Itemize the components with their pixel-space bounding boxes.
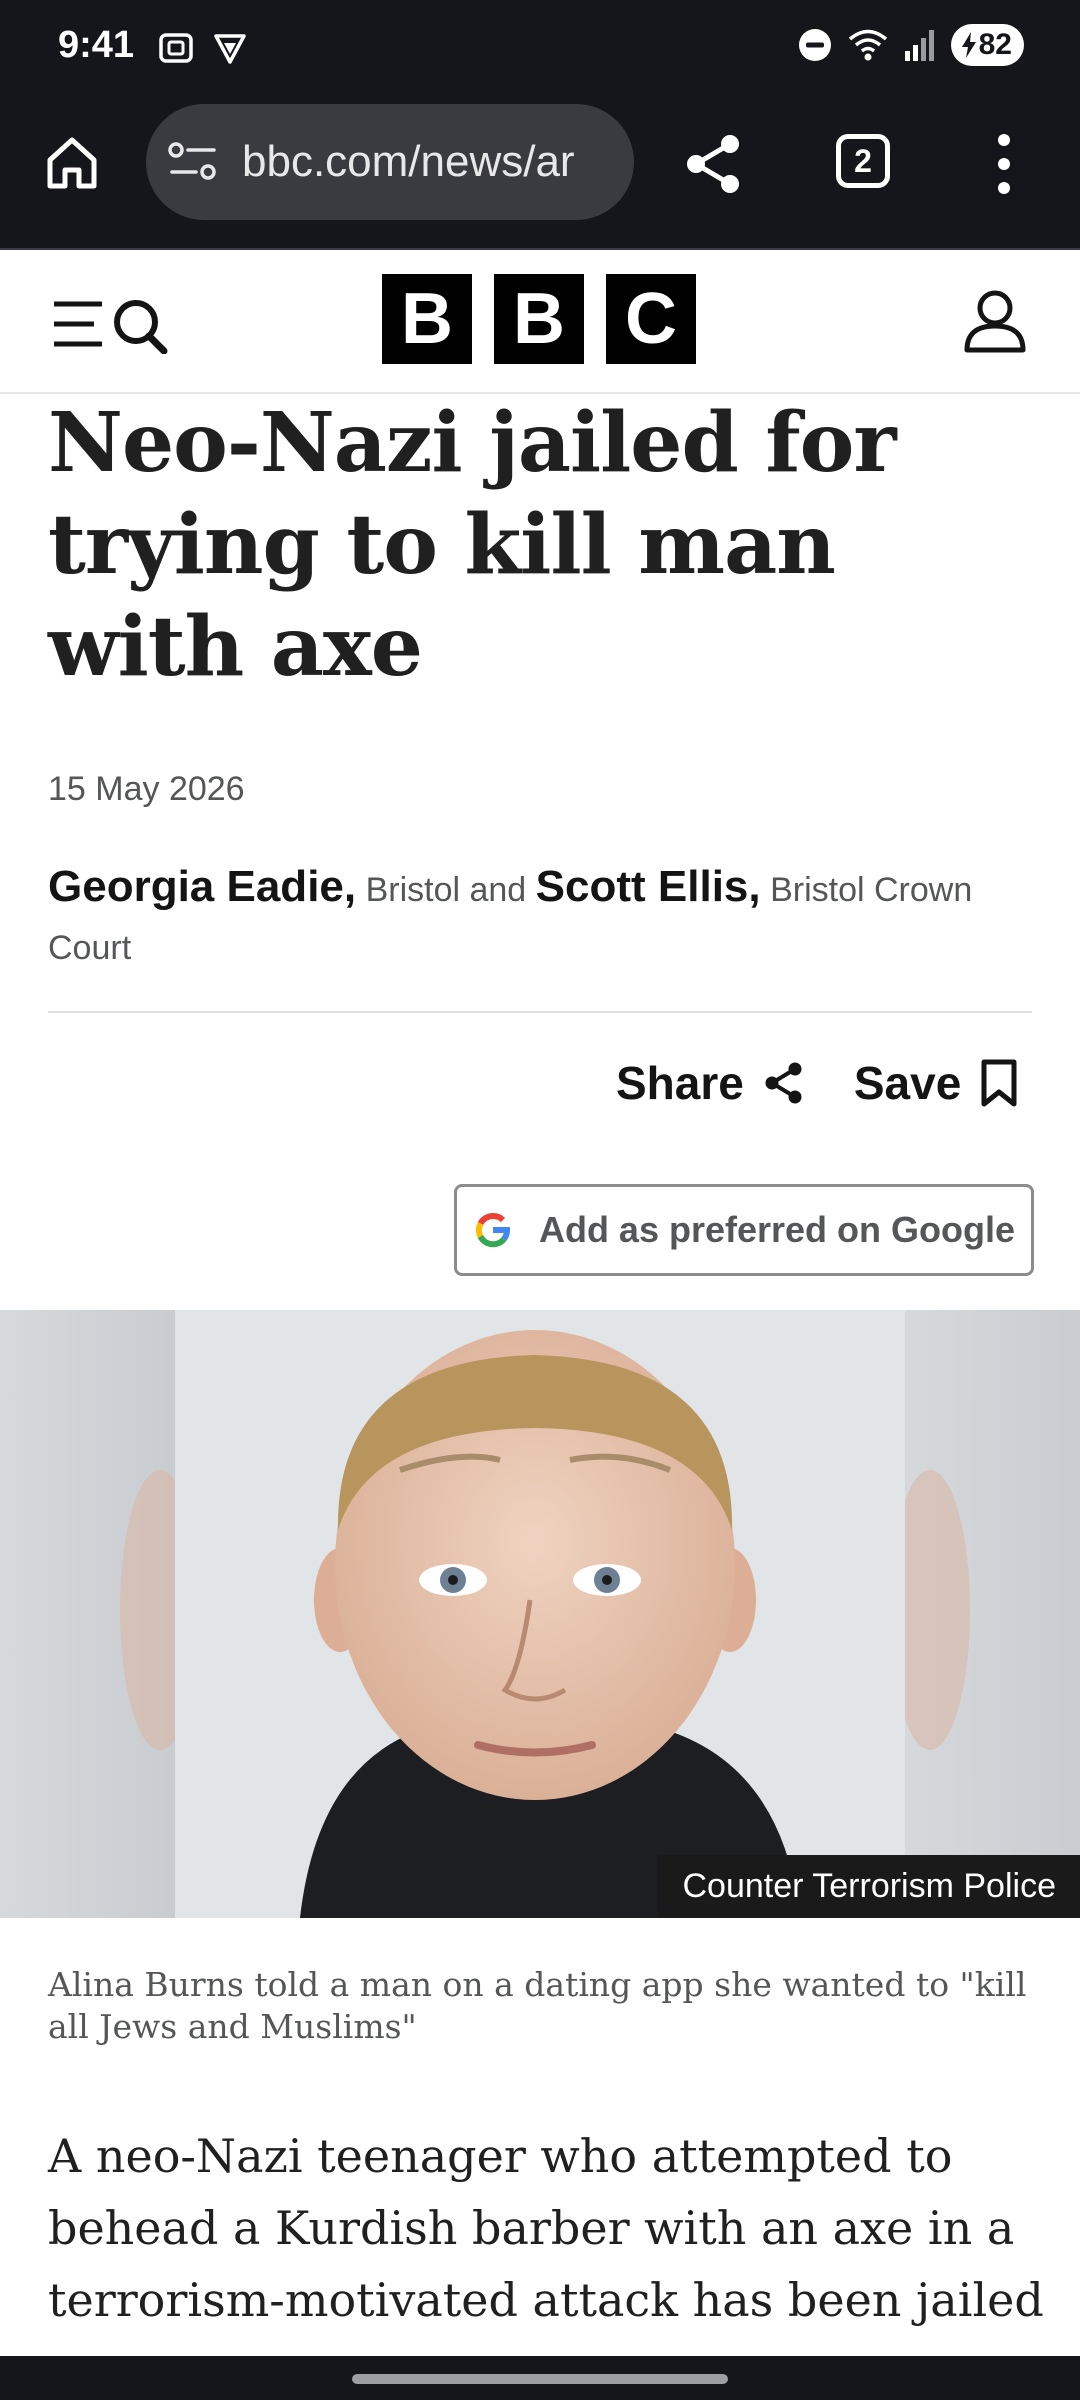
screenshot-icon [159,33,193,63]
image-caption: Alina Burns told a man on a dating app s… [48,1965,1027,2046]
site-settings-icon[interactable] [166,139,220,185]
status-time: 9:41 [58,24,135,66]
author-name[interactable]: Scott Ellis, [536,862,761,911]
share-icon [765,1062,802,1104]
bbc-logo-block: C [606,274,696,364]
vpn-icon [214,34,246,64]
account-icon[interactable] [962,288,1028,354]
battery-indicator: 82 [950,24,1024,66]
share-button[interactable]: Share [616,1056,806,1110]
portrait-photo [0,1310,1080,1918]
google-icon [475,1212,510,1248]
article-image[interactable]: Counter Terrorism Police [0,1310,1080,1918]
battery-charging-icon [961,32,976,58]
bbc-logo[interactable]: B B C [382,274,696,364]
share-icon[interactable] [682,132,746,196]
more-vert-icon[interactable] [990,132,1018,196]
save-button[interactable]: Save [854,1056,1019,1110]
home-icon[interactable] [42,132,102,192]
url-bar[interactable]: bbc.com/news/ar [146,104,634,220]
system-nav-bar [0,2356,1080,2400]
image-credit: Counter Terrorism Police [658,1855,1080,1918]
author-location: Bristol [365,871,461,909]
wifi-icon [848,29,887,61]
status-icons-left [156,28,250,68]
add-preferred-google-button[interactable]: Add as preferred on Google [454,1184,1034,1276]
author-name[interactable]: Georgia Eadie, [48,862,356,911]
bookmark-icon [981,1059,1017,1107]
share-label: Share [616,1057,744,1109]
tabs-icon[interactable]: 2 [836,134,890,188]
bbc-logo-block: B [494,274,584,364]
article-headline: Neo-Nazi jailed for trying to kill man w… [48,395,897,695]
signal-icon [904,30,934,61]
menu-search-icon[interactable] [50,294,174,354]
bbc-logo-block: B [382,274,472,364]
status-icons-right: 82 [797,24,1024,66]
article-actions: Share Save [616,1056,1019,1110]
byline-conjunction: and [469,871,527,909]
gesture-handle[interactable] [352,2374,728,2384]
save-label: Save [853,1057,962,1109]
battery-level: 82 [978,28,1012,61]
tab-count: 2 [854,142,872,179]
status-bar: 9:41 82 [0,0,1080,96]
url-text[interactable]: bbc.com/news/ar [242,137,575,187]
site-header: B B C [0,250,1080,394]
article-date: 15 May 2026 [48,770,245,808]
article-body-paragraph: A neo-Nazi teenager who attempted to beh… [48,2129,1044,2327]
browser-toolbar: bbc.com/news/ar 2 [0,96,1080,250]
google-button-label: Add as preferred on Google [538,1209,1016,1250]
divider [48,1011,1032,1013]
article-byline: Georgia Eadie, Bristol and Scott Ellis, … [48,858,1038,977]
dnd-icon [798,29,831,61]
